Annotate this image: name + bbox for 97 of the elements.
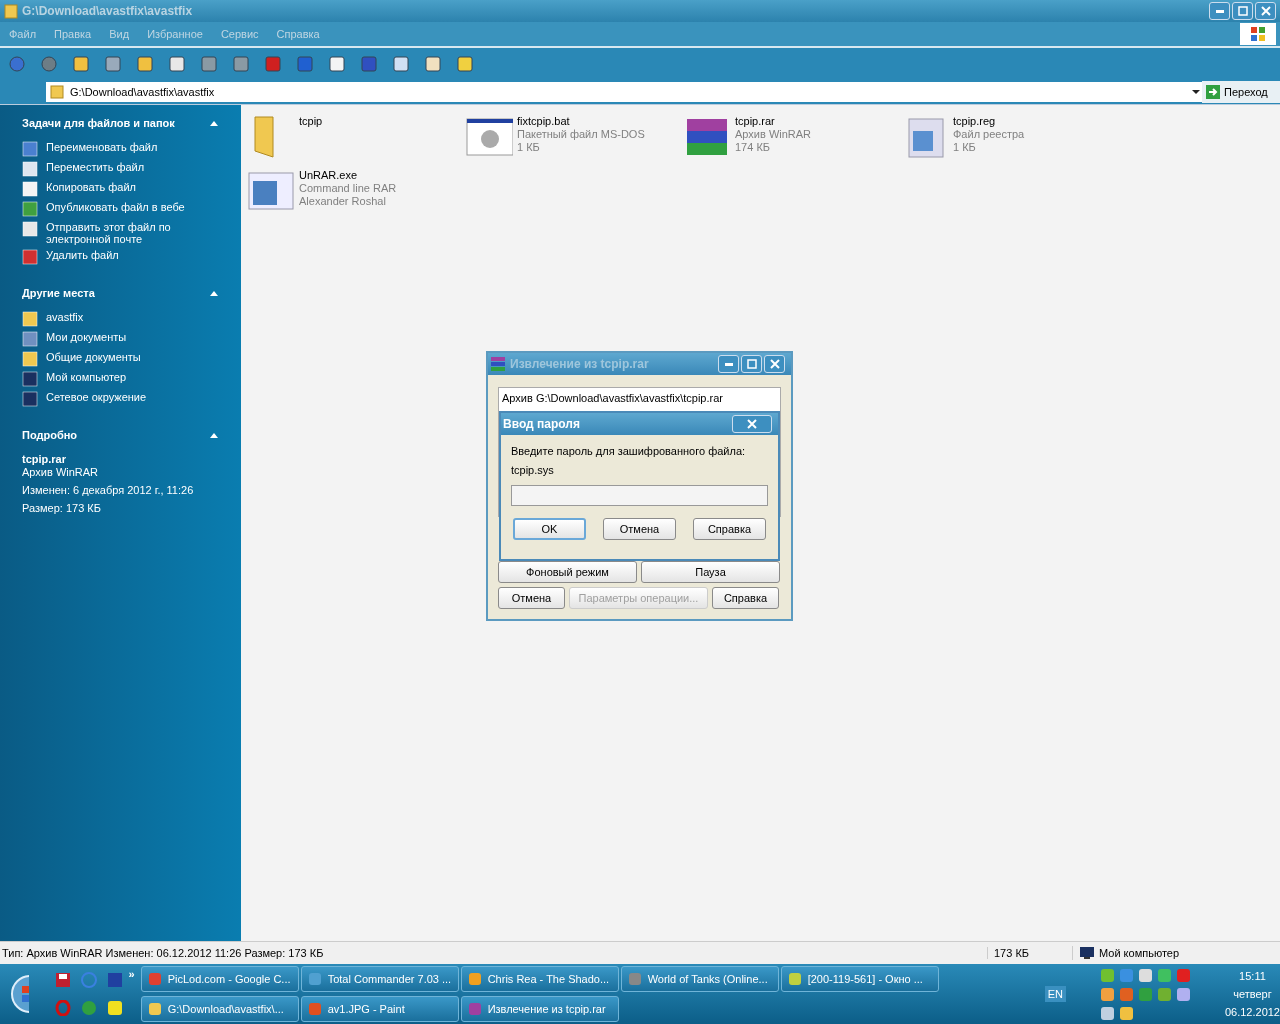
- file-name: tcpip.reg: [953, 115, 997, 127]
- dialog-button[interactable]: Отмена: [603, 518, 676, 540]
- collapse-chevron-icon[interactable]: [209, 119, 219, 127]
- task-link[interactable]: Переместить файл: [46, 161, 196, 173]
- detail-file-name: tcpip.rar: [22, 453, 67, 465]
- task-link[interactable]: Копировать файл: [46, 181, 196, 193]
- file-name: tcpip: [299, 115, 323, 127]
- dialog-button[interactable]: Пауза: [641, 561, 780, 583]
- close-button[interactable]: [764, 355, 785, 373]
- file-detail: 1 КБ: [517, 141, 541, 153]
- folder-icon: [22, 351, 38, 367]
- task-link[interactable]: Мой компьютер: [46, 371, 196, 383]
- collapse-chevron-icon[interactable]: [209, 431, 219, 439]
- address-field[interactable]: G:\Download\avastfix\avastfix: [46, 82, 1202, 102]
- file-detail: Файл реестра: [953, 128, 1025, 140]
- file-name: UnRAR.exe: [299, 169, 359, 181]
- close-button[interactable]: [732, 415, 772, 433]
- maximize-button[interactable]: [1232, 2, 1253, 20]
- start-button[interactable]: [10, 974, 29, 1014]
- task-link[interactable]: Сетевое окружение: [46, 391, 196, 403]
- file-name: tcpip.rar: [735, 115, 776, 127]
- archive-path: Архив G:\Download\avastfix\avastfix\tcpip.rar: [502, 392, 723, 404]
- tray-icon[interactable]: [1175, 986, 1191, 1002]
- encrypted-file-name: tcpip.sys: [511, 464, 555, 476]
- clock-time: 15:11: [1239, 970, 1266, 982]
- taskbar-button[interactable]: G:\Download\avastfix\...: [140, 996, 299, 1022]
- task-link[interactable]: Опубликовать файл в вебе: [46, 201, 196, 213]
- detail-text: Архив WinRAR: [22, 466, 100, 478]
- file-name: fixtcpip.bat: [517, 115, 571, 127]
- winrar-icon: [490, 356, 506, 372]
- file-detail: Alexander Roshal: [299, 195, 387, 207]
- minimize-button[interactable]: [1209, 2, 1230, 20]
- maximize-button[interactable]: [741, 355, 762, 373]
- tray-icon[interactable]: [1099, 986, 1115, 1002]
- dialog-title: Извлечение из tcpip.rar: [510, 357, 650, 371]
- task-link[interactable]: Переименовать файл: [46, 141, 196, 153]
- close-icon: [769, 359, 780, 369]
- go-button[interactable]: Переход: [1202, 81, 1280, 103]
- overflow-chevron[interactable]: »: [128, 968, 135, 980]
- dialog-button[interactable]: Справка: [712, 587, 779, 609]
- section-title: Другие места: [22, 287, 95, 299]
- minimize-button[interactable]: [718, 355, 739, 373]
- dialog-title: Ввод пароля: [503, 417, 581, 431]
- taskbar-button[interactable]: [200-119-561] - Окно ...: [780, 966, 939, 992]
- minimize-icon: [724, 362, 733, 366]
- task-link[interactable]: Удалить файл: [46, 249, 196, 261]
- close-button[interactable]: [1255, 2, 1276, 20]
- folder-icon: [4, 3, 18, 19]
- taskbar-button[interactable]: World of Tanks (Online...: [620, 966, 779, 992]
- folder-icon: [147, 1002, 162, 1016]
- detail-text: Изменен: 6 декабря 2012 г., 11:26: [22, 484, 195, 496]
- file-detail: Пакетный файл MS-DOS: [517, 128, 645, 140]
- file-detail: Архив WinRAR: [735, 128, 812, 140]
- close-icon: [1260, 6, 1271, 16]
- detail-text: Размер: 173 КБ: [22, 502, 102, 514]
- taskbar-button[interactable]: av1.JPG - Paint: [300, 996, 459, 1022]
- tray-icon[interactable]: [1137, 967, 1153, 983]
- taskbar-button[interactable]: PicLod.com - Google C...: [140, 966, 299, 992]
- file-detail: 1 КБ: [953, 141, 977, 153]
- folder-icon: [22, 311, 38, 327]
- windows-logo-icon: [1240, 23, 1276, 45]
- go-arrow-icon: [1206, 85, 1220, 99]
- taskbar-button[interactable]: Total Commander 7.03 ...: [300, 966, 459, 992]
- tray-icon[interactable]: [1099, 1005, 1115, 1021]
- dialog-button[interactable]: Справка: [693, 518, 766, 540]
- file-detail: Command line RAR: [299, 182, 397, 194]
- status-text: Тип: Архив WinRAR Изменен: 06.12.2012 11:26 Размер: 173 КБ: [1, 947, 325, 959]
- password-prompt: Введите пароль для зашифрованного файла:: [511, 445, 747, 457]
- close-icon: [747, 419, 757, 429]
- clock-day: четверг: [1233, 988, 1272, 1000]
- clock-date: 06.12.2012: [1224, 1006, 1280, 1018]
- tray-icon[interactable]: [1156, 967, 1172, 983]
- section-title: Подробно: [22, 429, 78, 441]
- tray-icon[interactable]: [1118, 1005, 1134, 1021]
- folder-icon: [50, 85, 64, 99]
- dialog-button[interactable]: Фоновый режим: [498, 561, 637, 583]
- task-link[interactable]: Мои документы: [46, 331, 196, 343]
- taskbar-button[interactable]: Chris Rea - The Shado...: [460, 966, 619, 992]
- status-zone: Мой компьютер: [1099, 947, 1180, 959]
- password-field[interactable]: [511, 485, 768, 506]
- dialog-button[interactable]: OK: [513, 518, 586, 540]
- tray-icon[interactable]: [1099, 967, 1115, 983]
- window-title: G:\Download\avastfix\avastfix: [22, 4, 194, 18]
- maximize-icon: [746, 359, 757, 369]
- file-detail: 174 КБ: [735, 141, 772, 153]
- section-title: Задачи для файлов и папок: [22, 117, 175, 129]
- collapse-chevron-icon[interactable]: [209, 289, 219, 297]
- status-size: 173 КБ: [987, 947, 1072, 959]
- task-link[interactable]: Общие документы: [46, 351, 196, 363]
- task-link[interactable]: avastfix: [46, 311, 196, 323]
- taskbar-button[interactable]: Извлечение из tcpip.rar: [460, 996, 619, 1022]
- task-link[interactable]: Отправить этот файл по электронной почте: [46, 221, 196, 245]
- maximize-icon: [1237, 6, 1248, 16]
- minimize-icon: [1215, 9, 1224, 13]
- tray-icon[interactable]: [1156, 986, 1172, 1002]
- dialog-button[interactable]: Отмена: [498, 587, 565, 609]
- language-indicator[interactable]: EN: [1044, 986, 1066, 1002]
